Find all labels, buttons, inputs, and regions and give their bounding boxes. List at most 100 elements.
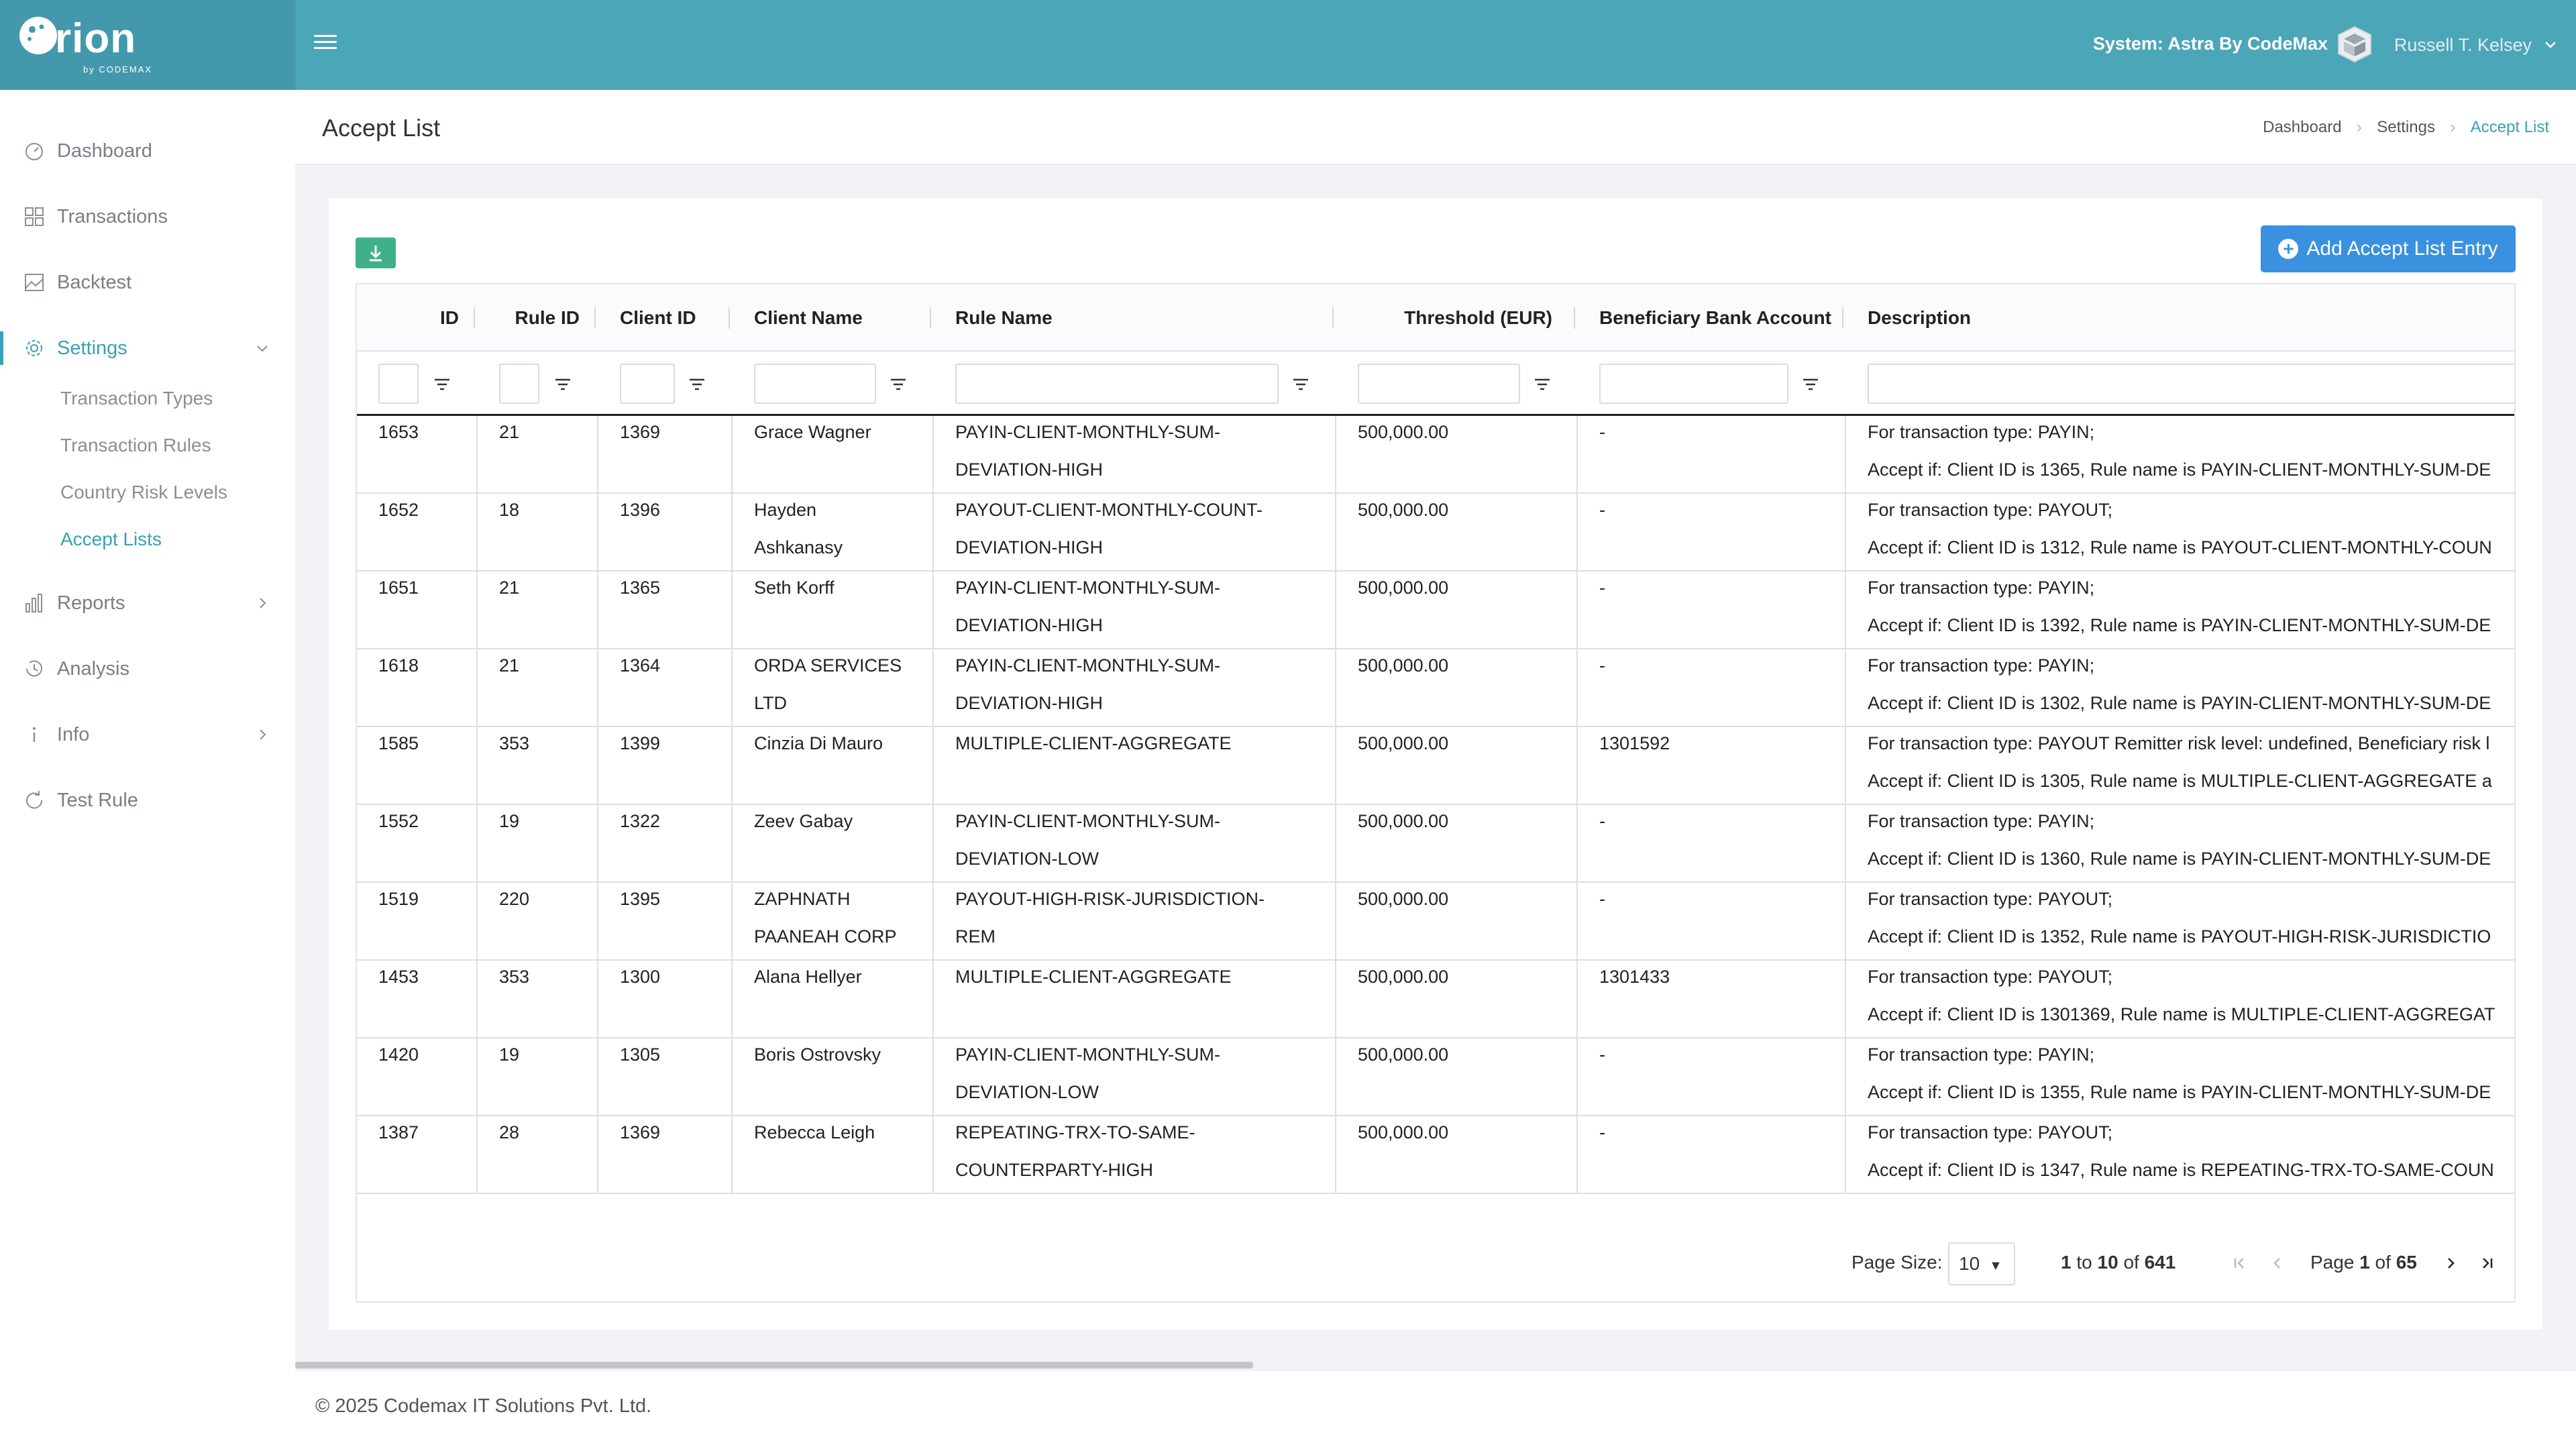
filter-input-description[interactable] [1868, 364, 2514, 404]
filter-icon[interactable] [553, 376, 573, 393]
cell-client-id: 1395 [620, 889, 661, 909]
table-row[interactable]: 1552 19 1322 Zeev Gabay PAYIN-CLIENT-MONTHLY… [357, 805, 2514, 883]
next-page-icon[interactable] [2440, 1253, 2461, 1273]
cell-rule-name: DEVIATION-HIGH [955, 537, 1104, 557]
user-name[interactable]: Russell T. Kelsey [2394, 35, 2532, 56]
cell-description: Accept if: Client ID is 1301369, Rule na… [1868, 1004, 2496, 1024]
column-separator[interactable] [729, 307, 730, 329]
column-separator[interactable] [1332, 307, 1334, 329]
column-separator[interactable] [1574, 307, 1575, 329]
sidebar-item-dashboard[interactable]: Dashboard [0, 127, 295, 174]
table-row[interactable]: 1585 353 1399 Cinzia Di Mauro MULTIPLE-CLIEN… [357, 727, 2514, 805]
cell-rule-name: PAYIN-CLIENT-MONTHLY-SUM- [955, 422, 1221, 442]
column-separator[interactable] [594, 307, 596, 329]
column-separator[interactable] [474, 307, 475, 329]
sidebar-item-reports[interactable]: Reports [0, 580, 295, 627]
menu-toggle-icon[interactable] [314, 31, 341, 58]
cell-rule-name: DEVIATION-HIGH [955, 693, 1104, 713]
sidebar-subitem-country-risk-levels[interactable]: Country Risk Levels [60, 482, 227, 503]
app-root: rion by CODEMAX System: Astra By CodeMax… [0, 0, 2576, 1449]
brand-area[interactable]: rion by CODEMAX [0, 0, 295, 90]
sidebar-item-settings[interactable]: Settings [0, 325, 295, 372]
breadcrumb-dashboard[interactable]: Dashboard [2263, 118, 2341, 137]
export-button[interactable] [356, 237, 396, 268]
sidebar-item-test-rule[interactable]: Test Rule [0, 777, 295, 824]
cell-id: 1652 [378, 500, 419, 520]
first-page-icon[interactable] [2230, 1253, 2250, 1273]
filter-input-beneficiary-bank-account[interactable] [1599, 364, 1788, 404]
cell-description: Accept if: Client ID is 1302, Rule name … [1868, 693, 2491, 713]
cell-description: Accept if: Client ID is 1360, Rule name … [1868, 849, 2491, 869]
image-chart-icon [25, 274, 44, 291]
cell-rule-id: 19 [499, 811, 520, 831]
sidebar-item-backtest[interactable]: Backtest [0, 259, 295, 306]
filter-icon[interactable] [1291, 376, 1311, 393]
sidebar-item-analysis[interactable]: Analysis [0, 645, 295, 692]
filter-input-client-name[interactable] [754, 364, 876, 404]
grid-icon [25, 207, 44, 226]
breadcrumb-settings[interactable]: Settings [2377, 118, 2435, 137]
filter-icon[interactable] [687, 376, 707, 393]
filter-icon[interactable] [432, 376, 452, 393]
filter-icon[interactable] [1801, 376, 1821, 393]
last-page-icon[interactable] [2477, 1253, 2497, 1273]
sidebar-item-transactions[interactable]: Transactions [0, 193, 295, 240]
column-separator[interactable] [1842, 307, 1843, 329]
cell-beneficiary-bank-account: - [1599, 422, 1605, 442]
page-size-label: Page Size: [1851, 1252, 1943, 1273]
user-menu-chevron-icon[interactable] [2542, 36, 2559, 52]
table-row[interactable]: 1420 19 1305 Boris Ostrovsky PAYIN-CLIENT-MO… [357, 1038, 2514, 1116]
cell-description: For transaction type: PAYOUT; [1868, 889, 2113, 909]
table-row[interactable]: 1519 220 1395 ZAPHNATH PAANEAH CORP PAYOUT-HI… [357, 883, 2514, 961]
filter-input-client-id[interactable] [620, 364, 675, 404]
sidebar-item-label: Info [57, 723, 90, 745]
filter-input-rule-id[interactable] [499, 364, 539, 404]
table-row[interactable]: 1453 353 1300 Alana Hellyer MULTIPLE-CLIENT-… [357, 961, 2514, 1038]
filter-input-id[interactable] [378, 364, 419, 404]
filter-icon[interactable] [888, 376, 908, 393]
cell-id: 1651 [378, 578, 419, 598]
cell-description: For transaction type: PAYIN; [1868, 1044, 2095, 1065]
cell-threshold: 500,000.00 [1358, 422, 1449, 442]
column-header-client-id[interactable]: Client ID [620, 284, 696, 352]
horizontal-scrollbar[interactable] [295, 1362, 1253, 1368]
add-accept-list-entry-button[interactable]: + Add Accept List Entry [2261, 225, 2516, 272]
sidebar-subitem-transaction-types[interactable]: Transaction Types [60, 388, 213, 409]
brand-sub: by CODEMAX [83, 64, 153, 74]
cell-description: Accept if: Client ID is 1355, Rule name … [1868, 1082, 2491, 1102]
table-row[interactable]: 1652 18 1396 Hayden Ashkanasy PAYOUT-CLIENT-M… [357, 494, 2514, 572]
refresh-icon [26, 791, 43, 809]
table-row[interactable]: 1651 21 1365 Seth Korff PAYIN-CLIENT-MONTHLY… [357, 572, 2514, 649]
cell-beneficiary-bank-account: - [1599, 889, 1605, 909]
column-header-beneficiary-bank-account[interactable]: Beneficiary Bank Account [1599, 284, 1831, 352]
cell-rule-name: COUNTERPARTY-HIGH [955, 1160, 1154, 1180]
column-header-rule-id[interactable]: Rule ID [478, 284, 580, 352]
cell-client-id: 1300 [620, 967, 661, 987]
table-row[interactable]: 1653 21 1369 Grace Wagner PAYIN-CLIENT-MONTH… [357, 416, 2514, 494]
sidebar-subitem-accept-lists[interactable]: Accept Lists [60, 529, 162, 550]
range-to-word: to [2076, 1252, 2092, 1273]
previous-page-icon[interactable] [2267, 1253, 2288, 1273]
sidebar-item-info[interactable]: Info [0, 711, 295, 758]
page-size-value: 10 [1959, 1253, 1980, 1274]
cell-beneficiary-bank-account: 1301433 [1599, 967, 1670, 987]
column-header-id[interactable]: ID [357, 284, 459, 352]
sidebar-subitem-transaction-rules[interactable]: Transaction Rules [60, 435, 211, 456]
table-row[interactable]: 1387 28 1369 Rebecca Leigh REPEATING-TRX-TO-… [357, 1116, 2514, 1194]
filter-input-rule-name[interactable] [955, 364, 1279, 404]
cell-description: For transaction type: PAYOUT; [1868, 967, 2113, 987]
column-header-description[interactable]: Description [1868, 284, 1971, 352]
cell-threshold: 500,000.00 [1358, 655, 1449, 676]
user-avatar-icon[interactable] [2334, 24, 2375, 64]
filter-icon[interactable] [1532, 376, 1552, 393]
cell-rule-name: PAYIN-CLIENT-MONTHLY-SUM- [955, 655, 1221, 676]
column-header-client-name[interactable]: Client Name [754, 284, 863, 352]
cell-threshold: 500,000.00 [1358, 500, 1449, 520]
column-header-threshold[interactable]: Threshold (EUR) [1358, 284, 1552, 352]
table-row[interactable]: 1618 21 1364 ORDA SERVICES LTD PAYIN-CLIENT-M… [357, 649, 2514, 727]
column-separator[interactable] [930, 307, 931, 329]
filter-input-threshold[interactable] [1358, 364, 1520, 404]
page-header: Accept List Dashboard › Settings › Accep… [295, 90, 2576, 165]
column-header-rule-name[interactable]: Rule Name [955, 284, 1053, 352]
page-size-select[interactable]: 10 ▼ [1948, 1242, 2015, 1285]
